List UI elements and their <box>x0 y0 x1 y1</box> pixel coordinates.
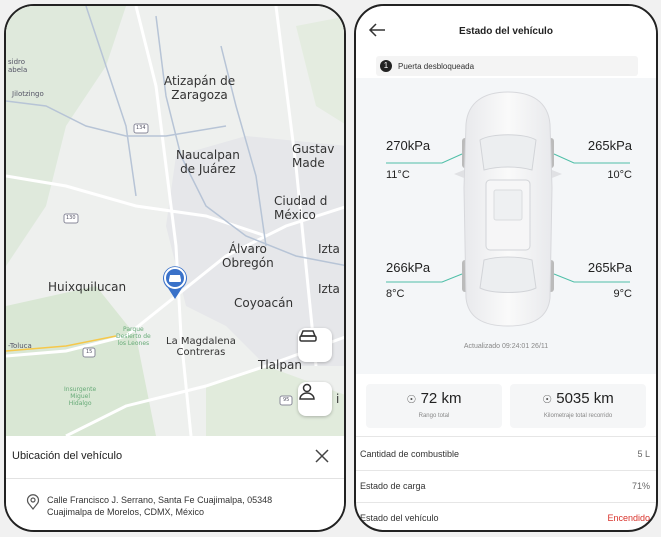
range-label: Rango total <box>418 413 450 419</box>
road-label-15: 15 <box>86 349 93 355</box>
close-icon <box>315 449 329 463</box>
close-button[interactable] <box>312 446 332 466</box>
divider <box>356 502 656 503</box>
page-title: Estado del vehículo <box>459 26 553 37</box>
map-label-magdalena: La Magdalena Contreras <box>166 336 236 358</box>
map[interactable]: Atizapán de Zaragoza Naucalpan de Juárez… <box>6 6 344 436</box>
road-label-95: 95 <box>283 397 290 403</box>
map-label-insurgente: Insurgente Miguel Hidalgo <box>64 386 97 407</box>
map-label-gustavo: Gustav Made <box>292 142 335 170</box>
tyre-pressure-panel: 270kPa 11°C 265kPa 10°C 266kPa 8°C 265kP… <box>356 78 656 374</box>
header: Estado del vehículo <box>356 6 656 52</box>
odometer-card: ☉ 5035 km Kilometraje total recorrido <box>510 384 646 428</box>
tyre-front-right-pressure: 265kPa <box>587 138 632 153</box>
user-locate-button[interactable] <box>298 382 332 416</box>
map-label-iztapalapa-2: Izta <box>318 282 340 296</box>
car-icon <box>299 330 317 342</box>
tyre-front-left-temp: 11°C <box>386 169 410 181</box>
car-pin-icon <box>163 266 187 299</box>
vehicle-location-panel: Ubicación del vehículo Calle Francisco J… <box>6 436 344 530</box>
tyre-front-right-temp: 10°C <box>607 169 632 181</box>
map-pin-icon <box>26 494 40 510</box>
map-screen: Atizapán de Zaragoza Naucalpan de Juárez… <box>4 4 346 532</box>
map-label-huixquilucan: Huixquilucan <box>48 280 127 294</box>
range-value-text: 72 km <box>420 390 462 407</box>
range-icon: ☉ <box>406 394 417 406</box>
map-label-tlalpan: Tlalpan <box>258 358 302 372</box>
odometer-value-text: 5035 km <box>556 390 614 407</box>
map-label-truncated: i <box>336 392 340 406</box>
map-label-naucalpan: Naucalpan de Juárez <box>176 148 240 176</box>
map-label-ciudad: Ciudad d México <box>274 194 328 222</box>
fuel-label: Cantidad de combustible <box>360 449 460 459</box>
divider <box>356 436 656 437</box>
map-label-alvaro: Álvaro Obregón <box>222 242 274 270</box>
person-icon <box>299 383 315 400</box>
odometer-label: Kilometraje total recorrido <box>543 413 613 419</box>
vehicle-state-value: Encendido <box>607 513 650 523</box>
vehicle-locate-button[interactable] <box>298 328 332 362</box>
road-label-130: 130 <box>66 215 76 221</box>
map-label-isidro: sidro abela <box>8 58 28 74</box>
location-panel-title: Ubicación del vehículo <box>12 450 123 462</box>
alert-banner[interactable]: 1 Puerta desbloqueada <box>376 56 638 76</box>
tyre-front-left-pressure: 270kPa <box>386 138 431 153</box>
map-label-coyoacan: Coyoacán <box>234 296 294 310</box>
alert-count-badge: 1 <box>380 60 392 72</box>
charge-value: 71% <box>631 481 650 491</box>
divider <box>6 478 344 479</box>
fuel-value: 5 L <box>637 449 650 459</box>
odometer-icon: ☉ <box>542 394 553 406</box>
divider <box>356 470 656 471</box>
range-value: ☉ 72 km <box>366 390 502 407</box>
map-label-toluca: -Toluca <box>8 342 32 350</box>
vehicle-status-screen: Estado del vehículo 1 Puerta desbloquead… <box>354 4 658 532</box>
map-label-atizapan: Atizapán de Zaragoza <box>164 74 236 102</box>
map-label-jilotzingo: Jilotzingo <box>12 90 44 98</box>
last-updated: Actualizado 09:24:01 26/11 <box>463 343 549 350</box>
vehicle-location-marker[interactable] <box>162 266 188 300</box>
range-card: ☉ 72 km Rango total <box>366 384 502 428</box>
vehicle-address: Calle Francisco J. Serrano, Santa Fe Cua… <box>47 495 273 517</box>
alert-text: Puerta desbloqueada <box>398 61 475 71</box>
vehicle-state-label: Estado del vehículo <box>360 513 439 523</box>
charge-label: Estado de carga <box>360 481 426 491</box>
tyre-rear-left-pressure: 266kPa <box>386 260 431 275</box>
map-label-iztapalapa-1: Izta <box>318 242 340 256</box>
tyre-rear-left-temp: 8°C <box>386 288 405 300</box>
tyre-rear-right-pressure: 265kPa <box>587 260 632 275</box>
map-label-parque: Parque Desierto de los Leones <box>116 326 151 347</box>
tyre-rear-right-temp: 9°C <box>613 288 632 300</box>
road-label-134: 134 <box>136 125 146 131</box>
odometer-value: ☉ 5035 km <box>510 390 646 407</box>
